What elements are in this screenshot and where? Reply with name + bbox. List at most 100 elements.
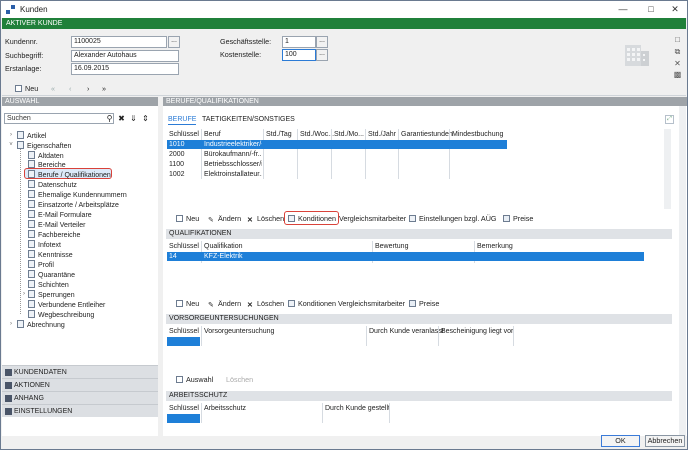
- last-record-button[interactable]: »: [102, 83, 106, 95]
- qual-col-bewertung[interactable]: Bewertung: [375, 242, 408, 251]
- tree-item-bereiche[interactable]: Bereiche: [28, 160, 66, 170]
- berufe-col-mindest[interactable]: Mindestbuchung: [452, 130, 503, 139]
- berufe-col-std-monat[interactable]: Std./Mo...: [334, 130, 364, 139]
- tree-expand-toggle[interactable]: ›: [8, 321, 14, 327]
- main-scrollbar[interactable]: [679, 106, 686, 436]
- berufe-col-schluessel[interactable]: Schlüssel: [169, 130, 199, 139]
- tab-berufe[interactable]: BERUFE: [168, 116, 197, 125]
- minimize-button[interactable]: —: [609, 2, 637, 17]
- qual-col-schluessel[interactable]: Schlüssel: [169, 242, 199, 251]
- tree-item-abrechnung[interactable]: Abrechnung: [17, 320, 65, 330]
- geschaeftsstelle-field[interactable]: 1: [282, 36, 316, 48]
- vorsorge-col-untersuchung[interactable]: Vorsorgeuntersuchung: [204, 327, 274, 336]
- tree-collapse-toggle[interactable]: ˅: [8, 142, 14, 148]
- berufe-vergleich-button[interactable]: Vergleichsmitarbeiter: [339, 213, 406, 224]
- col-divider: [263, 129, 264, 179]
- berufe-aendern-button[interactable]: ✎ Ändern: [208, 213, 241, 224]
- nav-einstellungen[interactable]: EINSTELLUNGEN: [2, 404, 158, 417]
- tree-expand-toggle[interactable]: ›: [8, 132, 14, 138]
- geschaeftsstelle-lookup-button[interactable]: ...: [316, 36, 328, 48]
- button-label: Auswahl: [186, 375, 214, 384]
- close-button[interactable]: ✕: [661, 2, 688, 17]
- kundennr-field[interactable]: 1100025: [71, 36, 167, 48]
- prev-record-button[interactable]: ‹: [69, 83, 71, 95]
- save-icon[interactable]: ▩: [673, 70, 682, 79]
- arbeitsschutz-col-gestellt[interactable]: Durch Kunde gestellt: [325, 404, 390, 413]
- nav-aktionen[interactable]: AKTIONEN: [2, 378, 158, 391]
- tree-item-sperrungen[interactable]: Sperrungen: [28, 290, 75, 300]
- copy-icon[interactable]: ⧉: [673, 47, 682, 56]
- clear-search-icon[interactable]: ✖: [116, 113, 127, 124]
- kundennr-lookup-button[interactable]: ...: [168, 36, 180, 48]
- tree-expand-toggle[interactable]: ›: [21, 291, 27, 297]
- qual-aendern-button[interactable]: ✎ Ändern: [208, 298, 241, 309]
- first-record-button[interactable]: «: [51, 83, 55, 95]
- kostenstelle-lookup-button[interactable]: ...: [316, 49, 328, 61]
- arbeitsschutz-col-arbeitsschutz[interactable]: Arbeitsschutz: [204, 404, 246, 413]
- delete-icon[interactable]: ✕: [673, 59, 682, 68]
- berufe-col-garantie[interactable]: Garantiestunden: [401, 130, 453, 139]
- collapse-all-icon[interactable]: ⇕: [140, 113, 151, 124]
- search-icon[interactable]: ⚲: [104, 113, 115, 124]
- berufe-col-std-jahr[interactable]: Std./Jahr: [368, 130, 396, 139]
- kostenstelle-field[interactable]: 100: [282, 49, 316, 61]
- tree-item-berufe-qualifikationen[interactable]: Berufe / Qualifikationen: [28, 170, 111, 180]
- arbeitsschutz-col-schluessel[interactable]: Schlüssel: [169, 404, 199, 413]
- tree-item-quarantaene[interactable]: Quarantäne: [28, 270, 75, 280]
- tree-item-ehemalige-kundennummern[interactable]: Ehemalige Kundennummern: [28, 190, 127, 200]
- ok-button[interactable]: OK: [601, 435, 640, 447]
- qual-loeschen-button[interactable]: ✕ Löschen: [247, 298, 284, 309]
- expand-icon[interactable]: ⤢: [665, 115, 674, 124]
- tree-label: Einsatzorte / Arbeitsplätze: [38, 202, 119, 209]
- new-customer-button[interactable]: Neu: [15, 83, 38, 95]
- tree-item-wegbeschreibung[interactable]: Wegbeschreibung: [28, 310, 94, 320]
- tree-item-eigenschaften[interactable]: Eigenschaften: [17, 141, 71, 151]
- tree-item-infotext[interactable]: Infotext: [28, 240, 61, 250]
- berufe-col-std-tag[interactable]: Std./Tag: [266, 130, 292, 139]
- berufe-neu-button[interactable]: Neu: [176, 213, 199, 224]
- tree-label: Altdaten: [38, 153, 64, 160]
- tree-item-verbundene-entleiher[interactable]: Verbundene Entleiher: [28, 300, 105, 310]
- document-icon[interactable]: □: [673, 35, 682, 44]
- tree-item-artikel[interactable]: Artikel: [17, 131, 46, 141]
- berufe-einstellungen-button[interactable]: Einstellungen bzgl. AÜG: [409, 213, 497, 224]
- berufe-col-std-woche[interactable]: Std./Woc...: [300, 130, 334, 139]
- berufe-col-beruf[interactable]: Beruf: [204, 130, 221, 139]
- abbrechen-button[interactable]: Abbrechen: [645, 435, 685, 447]
- expand-all-icon[interactable]: ⇓: [128, 113, 139, 124]
- next-record-button[interactable]: ›: [87, 83, 89, 95]
- tree-item-email-verteiler[interactable]: E-Mail Verteiler: [28, 220, 85, 230]
- vorsorge-col-veranlasst[interactable]: Durch Kunde veranlasst: [369, 327, 444, 336]
- tree-item-email-formulare[interactable]: E-Mail Formulare: [28, 210, 92, 220]
- qual-neu-button[interactable]: Neu: [176, 298, 199, 309]
- vorsorge-col-bescheinigung[interactable]: Bescheinigung liegt vor: [441, 327, 513, 336]
- arbeitsschutz-selected-cell[interactable]: [167, 414, 200, 423]
- berufe-scrollbar[interactable]: [664, 129, 671, 209]
- qual-konditionen-button[interactable]: Konditionen Vergleichsmitarbeiter: [288, 298, 405, 309]
- berufe-konditionen-button[interactable]: Konditionen: [288, 213, 336, 224]
- erstanlage-field[interactable]: 16.09.2015: [71, 63, 179, 75]
- qual-col-qualifikation[interactable]: Qualifikation: [204, 242, 243, 251]
- berufe-loeschen-button[interactable]: ✕ Löschen: [247, 213, 284, 224]
- nav-kundendaten[interactable]: KUNDENDATEN: [2, 365, 158, 378]
- search-input[interactable]: Suchen: [4, 113, 114, 124]
- vorsorge-selected-cell[interactable]: [167, 337, 200, 346]
- tab-taetigkeiten[interactable]: TAETIGKEITEN/SONSTIGES: [202, 116, 295, 123]
- berufe-preise-button[interactable]: Preise: [503, 213, 533, 224]
- qual-col-bemerkung[interactable]: Bemerkung: [477, 242, 513, 251]
- suchbegriff-field[interactable]: Alexander Autohaus: [71, 50, 179, 62]
- tree-item-einsatzorte[interactable]: Einsatzorte / Arbeitsplätze: [28, 200, 119, 210]
- tree-item-fachbereiche[interactable]: Fachbereiche: [28, 230, 80, 240]
- tree-item-kenntnisse[interactable]: Kenntnisse: [28, 250, 73, 260]
- tree-item-schichten[interactable]: Schichten: [28, 280, 69, 290]
- tree-item-datenschutz[interactable]: Datenschutz: [28, 180, 77, 190]
- berufe-cell-key: 2000: [169, 151, 185, 158]
- nav-anhang[interactable]: ANHANG: [2, 391, 158, 404]
- new-icon: [176, 215, 183, 222]
- qual-preise-button[interactable]: Preise: [409, 298, 439, 309]
- tree-label: E-Mail Formulare: [38, 212, 92, 219]
- vorsorge-auswahl-button[interactable]: Auswahl: [176, 374, 213, 385]
- vorsorge-loeschen-button[interactable]: Löschen: [226, 374, 253, 385]
- tree-item-profil[interactable]: Profil: [28, 260, 54, 270]
- vorsorge-col-schluessel[interactable]: Schlüssel: [169, 327, 199, 336]
